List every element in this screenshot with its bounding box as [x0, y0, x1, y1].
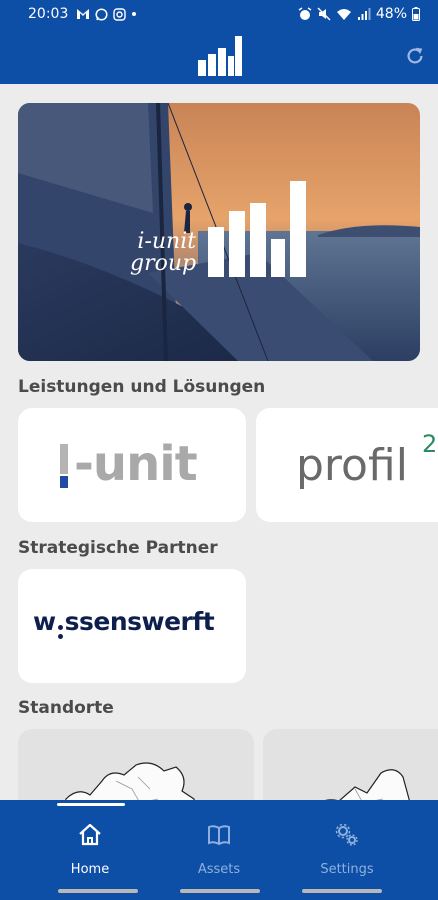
services-section-title: Leistungen und Lösungen [18, 377, 266, 397]
app-screen: 20:03 48% i-unit group Leistungen und Lö… [0, 0, 438, 900]
profil-wordmark: profil [296, 440, 408, 491]
instagram-icon [113, 7, 127, 21]
i-unit-wordmark: -unit [74, 436, 198, 492]
wordmark-start: w [33, 607, 56, 636]
brand-line-1: i-unit [137, 229, 197, 254]
locations-section-title: Standorte [18, 698, 114, 718]
nav-assets-label: Assets [197, 862, 241, 877]
nav-settings-label: Settings [320, 862, 374, 877]
hero-banner[interactable]: i-unit group [18, 103, 420, 361]
profil-superscript: 2 [422, 430, 438, 458]
settings-icon [335, 823, 358, 846]
bottom-navigation: Home Assets Settings [0, 800, 438, 900]
signal-icon [357, 7, 371, 20]
home-content[interactable]: i-unit group Leistungen und Lösungen -un… [0, 84, 438, 800]
status-bar: 20:03 48% [0, 0, 438, 28]
i-unit-mark-icon [60, 444, 68, 488]
status-time: 20:03 [28, 6, 69, 22]
app-bar [0, 28, 438, 84]
wifi-icon [336, 8, 351, 20]
wordmark-dots-icon [57, 625, 63, 639]
service-card-profil[interactable]: profil 2 [256, 408, 438, 522]
brand-bars-icon [208, 181, 306, 277]
system-pill-left [58, 889, 138, 893]
nav-home[interactable]: Home [17, 800, 163, 892]
system-icons: 48% [298, 6, 420, 22]
location-card-1[interactable] [18, 729, 254, 800]
battery-percent: 48% [375, 6, 407, 22]
refresh-icon[interactable] [404, 45, 426, 67]
brand-line-2: group [130, 251, 197, 276]
map-outline-1 [65, 762, 195, 800]
service-card-i-unit[interactable]: -unit [18, 408, 246, 522]
wordmark-end: ssenswerft [64, 607, 215, 636]
partner-card-wissenswerft[interactable]: w ssenswerft [18, 569, 246, 683]
location-card-2[interactable] [263, 729, 438, 800]
mute-icon [317, 7, 331, 21]
partners-section-title: Strategische Partner [18, 538, 218, 558]
system-pill-right [302, 889, 382, 893]
alarm-icon [298, 7, 312, 20]
dot-icon [132, 12, 137, 16]
battery-icon [412, 7, 420, 21]
notification-icons [76, 7, 137, 21]
system-pill-center [180, 889, 260, 893]
whatsapp-icon [95, 7, 108, 21]
i-unit-logo: -unit [60, 436, 198, 496]
nav-settings[interactable]: Settings [274, 800, 420, 892]
home-icon [79, 823, 101, 846]
nav-home-label: Home [70, 862, 110, 877]
wissenswerft-logo: w ssenswerft [33, 607, 215, 639]
hero-brand: i-unit group [130, 231, 196, 275]
gmail-icon [77, 9, 90, 19]
nav-assets[interactable]: Assets [146, 800, 292, 892]
book-icon [208, 825, 230, 846]
bar-chart-logo-icon [198, 36, 242, 76]
map-outline-2 [325, 769, 410, 800]
